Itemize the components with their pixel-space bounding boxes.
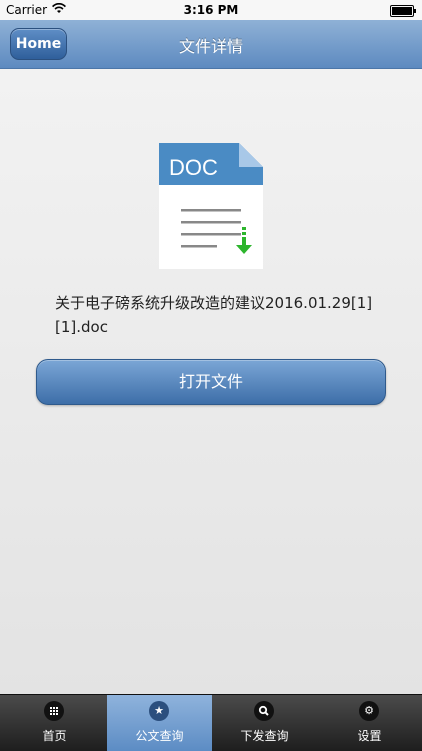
tab-label: 公文查询: [135, 729, 184, 743]
page-title: 文件详情: [178, 37, 243, 56]
navigation-bar: Home 文件详情: [0, 20, 422, 69]
status-bar: Carrier 3:16 PM: [0, 0, 422, 20]
tab-home[interactable]: 首页: [2, 695, 107, 751]
tab-issued-query[interactable]: 下发查询: [212, 695, 317, 751]
grid-icon: [44, 701, 64, 721]
doc-file-icon: DOC: [159, 143, 263, 269]
doc-type-label: DOC: [169, 155, 218, 180]
search-icon: [254, 701, 274, 721]
tab-label: 下发查询: [240, 729, 289, 743]
battery-icon: [390, 5, 416, 17]
clock: 3:16 PM: [183, 3, 239, 17]
tab-label: 首页: [42, 729, 67, 743]
tab-label: 设置: [357, 729, 382, 743]
tab-document-query[interactable]: ★ 公文查询: [107, 695, 212, 751]
open-file-button[interactable]: 打开文件: [36, 359, 386, 405]
file-name: 关于电子磅系统升级改造的建议2016.01.29[1][1].doc: [55, 294, 373, 336]
gear-icon: ⚙: [359, 701, 379, 721]
main-content: DOC 关于电子磅系统升级改造的建议2016.01.29[1][1].doc 打…: [0, 69, 422, 694]
tab-settings[interactable]: ⚙ 设置: [317, 695, 422, 751]
tab-bar: 首页 ★ 公文查询 下发查询 ⚙ 设置: [0, 694, 422, 751]
star-icon: ★: [149, 701, 169, 721]
